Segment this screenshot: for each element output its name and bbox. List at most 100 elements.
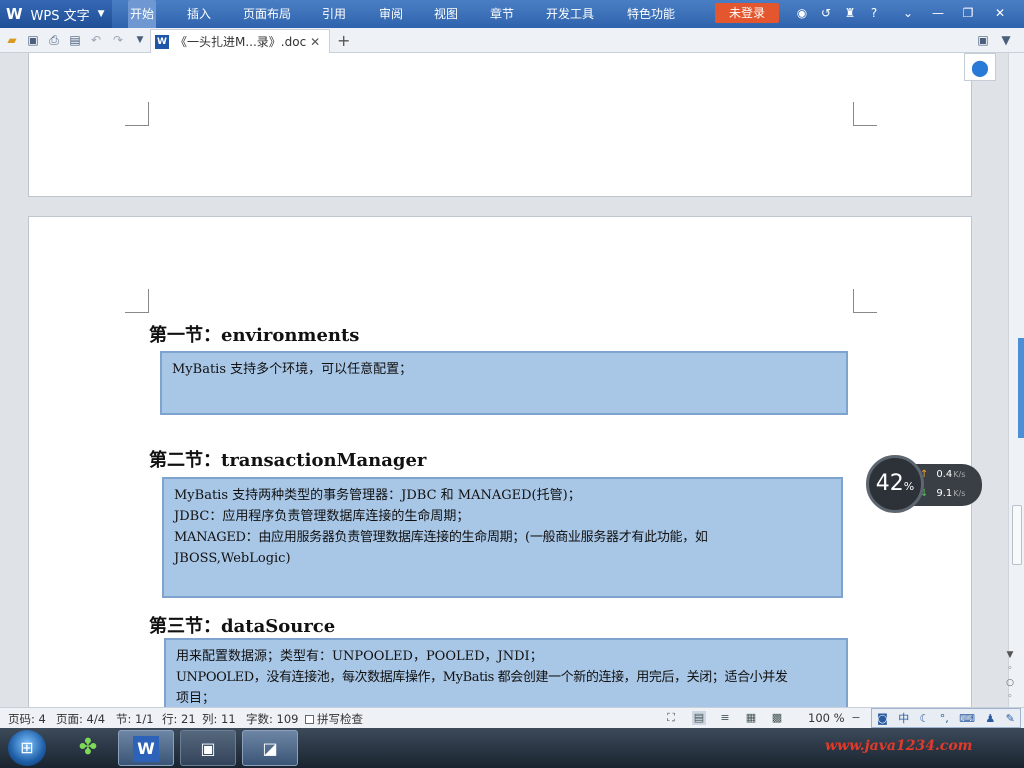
ime-toolbar[interactable]: ◙ 中 ☾ °, ⌨ ♟ ✎ bbox=[871, 708, 1021, 728]
doc-file-icon: W bbox=[155, 34, 169, 49]
menu-page-layout[interactable]: 页面布局 bbox=[241, 0, 293, 28]
download-speed: 9.1 bbox=[936, 488, 953, 499]
section-3-textbox[interactable]: 用来配置数据源；类型有：UNPOOLED，POOLED，JNDI； UNPOOL… bbox=[164, 638, 848, 707]
scrollbar-thumb[interactable] bbox=[1012, 505, 1022, 565]
web-view-icon[interactable]: ▦ bbox=[744, 711, 758, 725]
title-bar: W WPS 文字 ▼ 开始 插入 页面布局 引用 审阅 视图 章节 开发工具 特… bbox=[0, 0, 1024, 28]
redo-icon[interactable]: ↷ bbox=[110, 32, 126, 48]
spell-check-checkbox[interactable] bbox=[305, 714, 314, 724]
page-code: 页码: 4 bbox=[8, 712, 46, 726]
wps-w-icon: W bbox=[133, 736, 159, 762]
open-folder-icon[interactable]: ▰ bbox=[4, 32, 20, 48]
section-1-heading: 第一节：environments bbox=[149, 325, 360, 346]
menu-special[interactable]: 特色功能 bbox=[625, 0, 677, 28]
feedback-icon[interactable]: ↺ bbox=[818, 5, 834, 21]
menu-view[interactable]: 视图 bbox=[432, 0, 460, 28]
shirt-icon[interactable]: ♜ bbox=[842, 5, 858, 21]
undo-icon[interactable]: ↶ bbox=[88, 32, 104, 48]
menu-developer[interactable]: 开发工具 bbox=[544, 0, 596, 28]
memory-percent: 42 bbox=[875, 471, 904, 496]
status-bar: 页码: 4 页面: 4/4 节: 1/1 行: 21 列: 11 字数: 109… bbox=[0, 707, 1024, 728]
print-icon[interactable]: ⎙ bbox=[46, 32, 62, 48]
upload-unit: K/s bbox=[953, 470, 966, 479]
page-view-icon[interactable]: ▤ bbox=[692, 711, 706, 725]
save-icon[interactable]: ▣ bbox=[25, 32, 41, 48]
percent-sign: % bbox=[903, 480, 915, 493]
quick-access-toolbar: ▰ ▣ ⎙ ▤ ↶ ↷ ▼ W 《一头扎进M...录》.doc ✕ + ▣ ▼ bbox=[0, 28, 1024, 53]
help-icon[interactable]: ? bbox=[866, 5, 882, 21]
menu-references[interactable]: 引用 bbox=[320, 0, 348, 28]
spell-check-label: 拼写检查 bbox=[317, 712, 363, 726]
full-screen-icon[interactable]: ⛶ bbox=[664, 711, 678, 725]
qq-pinwheel-icon[interactable]: ✤ bbox=[60, 730, 116, 766]
text-line: UNPOOLED，没有连接池，每次数据库操作，MyBatis 都会创建一个新的连… bbox=[176, 670, 788, 685]
text-line: 项目； bbox=[176, 691, 216, 706]
zoom-out-icon[interactable]: − bbox=[849, 711, 863, 725]
text-line: MyBatis 支持多个环境，可以任意配置； bbox=[172, 362, 413, 377]
close-tab-icon[interactable]: ✕ bbox=[310, 35, 320, 49]
prev-page-icon[interactable]: ◦ bbox=[1004, 664, 1016, 674]
upload-speed: 0.4 bbox=[936, 469, 953, 480]
section-2-heading: 第二节：transactionManager bbox=[149, 450, 427, 471]
taskbar-app-window[interactable]: ▣ bbox=[180, 730, 236, 766]
column-indicator: 列: 11 bbox=[202, 712, 236, 726]
tab-list-icon[interactable]: ▣ bbox=[975, 32, 991, 48]
margin-corner-mark bbox=[125, 102, 149, 126]
page-3 bbox=[28, 53, 972, 197]
print-preview-icon[interactable]: ▤ bbox=[67, 32, 83, 48]
menu-home[interactable]: 开始 bbox=[128, 0, 157, 28]
wps-writer-window: { "app": {"name": "WPS 文字", "logo": "W",… bbox=[0, 0, 1024, 768]
watermark-text: www.java1234.com bbox=[825, 738, 973, 754]
next-page-icon[interactable]: ◦ bbox=[1004, 692, 1016, 702]
location-pin-icon[interactable]: ⬤ bbox=[964, 53, 996, 81]
scroll-down-icon[interactable]: ▼ bbox=[1004, 650, 1016, 660]
menu-review[interactable]: 审阅 bbox=[377, 0, 405, 28]
section-indicator: 节: 1/1 bbox=[116, 712, 154, 726]
select-browse-icon[interactable]: ○ bbox=[1004, 678, 1016, 688]
ime-moon-icon[interactable]: ☾ bbox=[920, 712, 930, 725]
document-tab-label: 《一头扎进M...录》.doc bbox=[175, 35, 307, 49]
app-menu-button[interactable]: W WPS 文字 ▼ bbox=[0, 0, 112, 28]
menu-chapter[interactable]: 章节 bbox=[488, 0, 516, 28]
restore-icon[interactable]: ❐ bbox=[960, 5, 976, 21]
wps-logo: W bbox=[6, 5, 23, 23]
section-3-heading: 第三节：dataSource bbox=[149, 616, 336, 637]
skin-icon[interactable]: ◉ bbox=[794, 5, 810, 21]
side-panel-handle[interactable] bbox=[1018, 338, 1024, 438]
document-area[interactable]: 第一节：environments MyBatis 支持多个环境，可以任意配置； … bbox=[0, 53, 1008, 707]
text-line: 用来配置数据源；类型有：UNPOOLED，POOLED，JNDI； bbox=[176, 649, 543, 664]
ime-language[interactable]: 中 bbox=[898, 710, 909, 726]
document-tab[interactable]: W 《一头扎进M...录》.doc ✕ bbox=[150, 29, 330, 53]
page-4: 第一节：environments MyBatis 支持多个环境，可以任意配置； … bbox=[28, 216, 972, 707]
new-tab-icon[interactable]: + bbox=[337, 31, 350, 50]
taskbar-recorder[interactable]: ◪ bbox=[242, 730, 298, 766]
reading-view-icon[interactable]: ▩ bbox=[770, 711, 784, 725]
login-button[interactable]: 未登录 bbox=[715, 3, 779, 23]
margin-corner-mark bbox=[125, 289, 149, 313]
ime-settings-icon[interactable]: ✎ bbox=[1006, 712, 1015, 725]
outline-view-icon[interactable]: ≡ bbox=[718, 711, 732, 725]
menu-insert[interactable]: 插入 bbox=[185, 0, 213, 28]
zoom-level[interactable]: 100 % bbox=[808, 711, 845, 725]
margin-corner-mark bbox=[853, 289, 877, 313]
start-button[interactable]: ⊞ bbox=[8, 730, 46, 766]
ime-user-icon[interactable]: ♟ bbox=[985, 712, 995, 725]
section-2-textbox[interactable]: MyBatis 支持两种类型的事务管理器：JDBC 和 MANAGED(托管)；… bbox=[162, 477, 843, 598]
ime-punct-icon[interactable]: °, bbox=[940, 712, 949, 725]
customize-caret-icon[interactable]: ▼ bbox=[132, 32, 148, 48]
section-1-textbox[interactable]: MyBatis 支持多个环境，可以任意配置； bbox=[160, 351, 848, 415]
memory-gauge: 42% bbox=[866, 455, 924, 513]
collapse-ribbon-icon[interactable]: ⌄ bbox=[900, 5, 916, 21]
text-line: JDBC：应用程序负责管理数据库连接的生命周期； bbox=[174, 509, 470, 524]
tab-menu-icon[interactable]: ▼ bbox=[998, 32, 1014, 48]
row-indicator: 行: 21 bbox=[162, 712, 196, 726]
word-count[interactable]: 字数: 109 bbox=[246, 711, 298, 727]
network-speed-widget[interactable]: ↑ 0.4 K/s ↓ 9.1 K/s 42% bbox=[866, 455, 984, 513]
text-line: MyBatis 支持两种类型的事务管理器：JDBC 和 MANAGED(托管)； bbox=[174, 488, 581, 503]
close-icon[interactable]: ✕ bbox=[992, 5, 1008, 21]
taskbar-wps-writer[interactable]: W bbox=[118, 730, 174, 766]
ime-keyboard-icon[interactable]: ⌨ bbox=[959, 712, 975, 725]
spell-check-toggle[interactable]: 拼写检查 bbox=[305, 711, 363, 727]
ime-logo-icon[interactable]: ◙ bbox=[877, 712, 888, 725]
minimize-icon[interactable]: — bbox=[930, 5, 946, 21]
